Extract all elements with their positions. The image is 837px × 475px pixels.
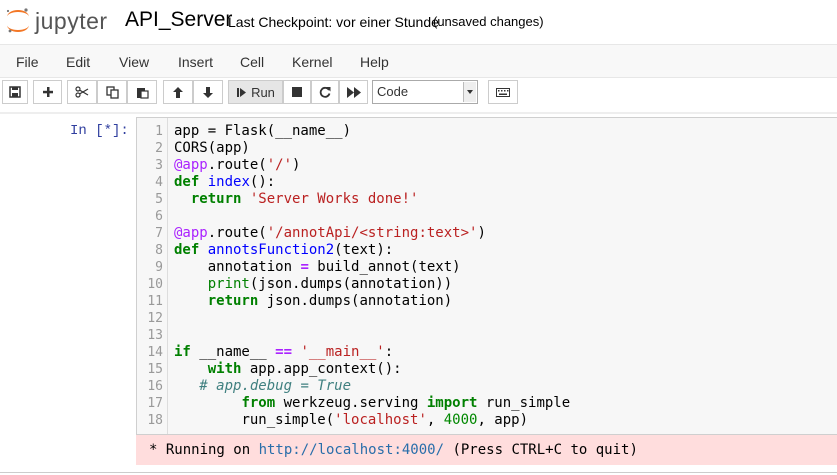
code-line: def index(): — [174, 174, 276, 190]
plus-icon — [42, 87, 53, 97]
interrupt-kernel-button[interactable] — [283, 80, 311, 104]
code-line: CORS(app) — [174, 140, 250, 156]
line-number: 12 — [147, 311, 163, 326]
code-line: annotation = build_annot(text) — [207, 259, 461, 275]
copy-button[interactable] — [97, 80, 127, 104]
menu-bar: File Edit View Insert Cell Kernel Help — [0, 44, 837, 78]
cell-prompt: In [*]: — [70, 123, 129, 139]
line-number-gutter: 1 2 3 4 5 6 7 8 9 10 11 12 13 14 15 16 1… — [137, 118, 168, 434]
menu-edit[interactable]: Edit — [66, 54, 90, 70]
code-line: print(json.dumps(annotation)) — [207, 276, 453, 292]
menu-cell[interactable]: Cell — [240, 54, 264, 70]
output-text: * Running on http://localhost:4000/ (Pre… — [149, 442, 638, 458]
chevron-down-icon — [463, 82, 476, 102]
scissors-icon — [75, 86, 89, 98]
line-number: 5 — [155, 192, 163, 207]
arrow-up-icon — [173, 86, 183, 98]
line-number: 11 — [147, 294, 163, 309]
line-number: 18 — [147, 413, 163, 428]
cell-output-stderr: * Running on http://localhost:4000/ (Pre… — [136, 435, 837, 465]
run-button-label: Run — [251, 84, 275, 100]
line-number: 4 — [155, 175, 163, 190]
line-number: 15 — [147, 362, 163, 377]
step-forward-icon — [237, 87, 247, 97]
code-line: def annotsFunction2(text): — [174, 242, 394, 258]
stop-icon — [292, 87, 302, 97]
line-number: 8 — [155, 243, 163, 258]
autosave-status: (unsaved changes) — [433, 14, 544, 29]
code-line: @app.route('/annotApi/<string:text>') — [174, 225, 486, 241]
code-line: run_simple('localhost', 4000, app) — [241, 412, 529, 428]
cell-bottom-border — [0, 472, 837, 473]
line-number: 9 — [155, 260, 163, 275]
code-line: @app.route('/') — [174, 157, 301, 173]
command-palette-button[interactable] — [488, 80, 518, 104]
arrow-down-icon — [203, 86, 213, 98]
line-number: 3 — [155, 158, 163, 173]
line-number: 14 — [147, 345, 163, 360]
line-number: 6 — [155, 209, 163, 224]
code-line: if __name__ == '__main__': — [174, 344, 394, 360]
output-link[interactable]: http://localhost:4000/ — [259, 442, 444, 458]
line-number: 16 — [147, 379, 163, 394]
code-line: # app.debug = True — [199, 378, 352, 394]
restart-run-all-button[interactable] — [339, 80, 368, 104]
menu-file[interactable]: File — [16, 54, 39, 70]
cell-type-value: Code — [377, 84, 409, 99]
toolbar: Run Code — [0, 78, 837, 110]
toolbar-separator — [0, 112, 837, 114]
code-line: return json.dumps(annotation) — [207, 293, 453, 309]
code-cell-editor[interactable]: 1 2 3 4 5 6 7 8 9 10 11 12 13 14 15 16 1… — [136, 117, 837, 435]
code-line: app = Flask(__name__) — [174, 123, 352, 139]
paste-icon — [136, 87, 149, 99]
code-line: return 'Server Works done!' — [190, 191, 419, 207]
keyboard-icon — [496, 87, 510, 97]
insert-cell-button[interactable] — [33, 80, 62, 104]
jupyter-logo-text: jupyter — [35, 8, 108, 34]
move-down-button[interactable] — [193, 80, 223, 104]
jupyter-logo-icon — [6, 8, 29, 33]
paste-button[interactable] — [127, 80, 157, 104]
copy-icon — [105, 85, 119, 99]
checkpoint-status: Last Checkpoint: vor einer Stunde — [228, 14, 439, 30]
restart-kernel-button[interactable] — [311, 80, 339, 104]
cut-button[interactable] — [67, 80, 97, 104]
menu-help[interactable]: Help — [360, 54, 389, 70]
jupyter-logo[interactable]: jupyter — [4, 6, 116, 34]
notebook-name[interactable]: API_Server — [125, 8, 232, 32]
line-number: 7 — [155, 226, 163, 241]
code-line: with app.app_context(): — [207, 361, 402, 377]
cell-type-select[interactable]: Code — [372, 80, 478, 104]
line-number: 1 — [155, 124, 163, 139]
save-button[interactable] — [2, 80, 28, 104]
line-number: 17 — [147, 396, 163, 411]
move-up-button[interactable] — [163, 80, 193, 104]
code-line: from werkzeug.serving import run_simple — [241, 395, 571, 411]
line-number: 10 — [147, 277, 163, 292]
menu-kernel[interactable]: Kernel — [292, 54, 332, 70]
line-number: 2 — [155, 141, 163, 156]
menu-view[interactable]: View — [119, 54, 149, 70]
run-button[interactable]: Run — [228, 80, 283, 104]
fast-forward-icon — [346, 86, 361, 98]
menu-insert[interactable]: Insert — [178, 54, 213, 70]
refresh-icon — [319, 86, 331, 98]
notebook-header: jupyter API_Server Last Checkpoint: vor … — [0, 0, 837, 43]
save-icon — [9, 86, 21, 98]
line-number: 13 — [147, 328, 163, 343]
